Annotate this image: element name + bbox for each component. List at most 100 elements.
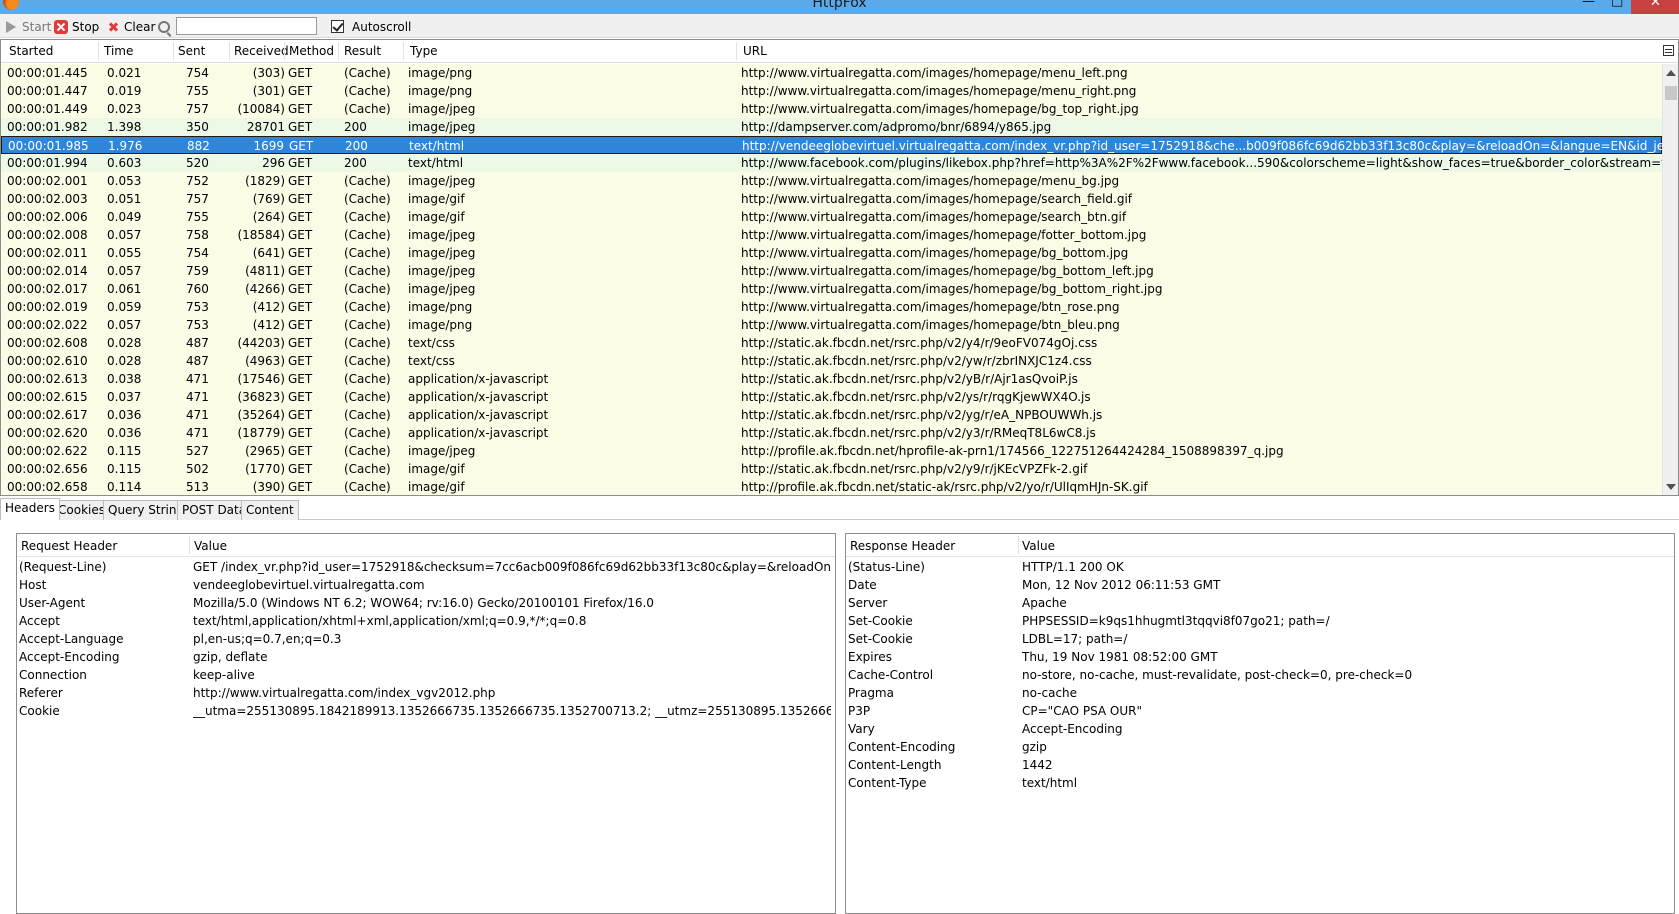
table-row[interactable]: 00:00:02.622 0.115 527 (2965) GET (Cache) imag… <box>1 442 1662 460</box>
cell-type: text/html <box>408 156 464 170</box>
request-value-column[interactable]: Value <box>194 539 227 553</box>
header-row[interactable]: Accept text/html,application/xhtml+xml,ap… <box>17 612 835 630</box>
column-header-received[interactable]: Received <box>234 44 289 58</box>
tab-cookies[interactable]: Cookies <box>53 500 110 520</box>
table-row[interactable]: 00:00:02.617 0.036 471 (35264) GET (Cache) app… <box>1 406 1662 424</box>
stop-icon <box>54 19 68 34</box>
header-row[interactable]: Accept-Encoding gzip, deflate <box>17 648 835 666</box>
column-header-result[interactable]: Result <box>344 44 381 58</box>
start-button[interactable]: Start <box>6 18 51 35</box>
header-row[interactable]: User-Agent Mozilla/5.0 (Windows NT 6.2; W… <box>17 594 835 612</box>
table-row[interactable]: 00:00:02.003 0.051 757 (769) GET (Cache) image… <box>1 190 1662 208</box>
header-row[interactable]: Referer http://www.virtualregatta.com/ind… <box>17 684 835 702</box>
table-row[interactable]: 00:00:01.982 1.398 350 28701 GET 200 image/jpe… <box>1 118 1662 136</box>
column-header-url[interactable]: URL <box>743 44 767 58</box>
autoscroll-toggle[interactable]: Autoscroll <box>331 18 411 35</box>
column-header-type[interactable]: Type <box>410 44 438 58</box>
tab-content[interactable]: Content <box>241 500 299 520</box>
table-row[interactable]: 00:00:02.613 0.038 471 (17546) GET (Cache) app… <box>1 370 1662 388</box>
table-row[interactable]: 00:00:02.019 0.059 753 (412) GET (Cache) image… <box>1 298 1662 316</box>
header-row[interactable]: Content-Type text/html <box>846 774 1674 792</box>
header-row[interactable]: Set-Cookie LDBL=17; path=/ <box>846 630 1674 648</box>
column-divider[interactable] <box>284 42 285 60</box>
tab-headers[interactable]: Headers <box>0 498 60 520</box>
table-row[interactable]: 00:00:02.615 0.037 471 (36823) GET (Cache) app… <box>1 388 1662 406</box>
header-row[interactable]: Expires Thu, 19 Nov 1981 08:52:00 GMT <box>846 648 1674 666</box>
table-row[interactable]: 00:00:01.447 0.019 755 (301) GET (Cache) image… <box>1 82 1662 100</box>
cell-time: 0.028 <box>107 336 142 350</box>
header-row[interactable]: Date Mon, 12 Nov 2012 06:11:53 GMT <box>846 576 1674 594</box>
scroll-down-icon[interactable] <box>1666 484 1676 490</box>
clear-button[interactable]: Clear <box>106 18 155 35</box>
table-row[interactable]: 00:00:02.006 0.049 755 (264) GET (Cache) image… <box>1 208 1662 226</box>
column-divider[interactable] <box>98 42 99 60</box>
cell-started: 00:00:02.620 <box>7 426 88 440</box>
cell-started: 00:00:02.608 <box>7 336 88 350</box>
column-divider[interactable] <box>736 42 737 60</box>
table-row[interactable]: 00:00:02.620 0.036 471 (18779) GET (Cache) app… <box>1 424 1662 442</box>
column-header-time[interactable]: Time <box>104 44 133 58</box>
header-row[interactable]: Accept-Language pl,en-us;q=0.7,en;q=0.3 <box>17 630 835 648</box>
header-row[interactable]: Host vendeeglobevirtuel.virtualregatta.co… <box>17 576 835 594</box>
cell-method: GET <box>289 139 314 153</box>
table-row[interactable]: 00:00:02.656 0.115 502 (1770) GET (Cache) imag… <box>1 460 1662 478</box>
header-row[interactable]: Set-Cookie PHPSESSID=k9qs1hhugmtl3tqqvi8f… <box>846 612 1674 630</box>
table-row[interactable]: 00:00:02.658 0.114 513 (390) GET (Cache) image… <box>1 478 1662 495</box>
header-name: P3P <box>848 704 871 718</box>
table-row[interactable]: 00:00:02.608 0.028 487 (44203) GET (Cache) tex… <box>1 334 1662 352</box>
close-button[interactable]: ✕ <box>1631 0 1679 14</box>
table-row[interactable]: 00:00:02.022 0.057 753 (412) GET (Cache) image… <box>1 316 1662 334</box>
cell-method: GET <box>288 210 313 224</box>
scroll-up-icon[interactable] <box>1666 70 1676 76</box>
table-row[interactable]: 00:00:01.445 0.021 754 (303) GET (Cache) image… <box>1 64 1662 82</box>
cell-method: GET <box>288 192 313 206</box>
column-picker-icon[interactable] <box>1663 45 1674 56</box>
cell-type: image/png <box>408 300 473 314</box>
column-divider[interactable] <box>1018 536 1019 554</box>
header-row[interactable]: P3P CP="CAO PSA OUR" <box>846 702 1674 720</box>
column-divider[interactable] <box>403 42 404 60</box>
table-row[interactable]: 00:00:02.014 0.057 759 (4811) GET (Cache) imag… <box>1 262 1662 280</box>
table-row[interactable]: 00:00:02.011 0.055 754 (641) GET (Cache) image… <box>1 244 1662 262</box>
header-row[interactable]: Vary Accept-Encoding <box>846 720 1674 738</box>
header-row[interactable]: Cache-Control no-store, no-cache, must-re… <box>846 666 1674 684</box>
request-list-scrollbar[interactable] <box>1662 64 1678 495</box>
window-title: HttpFox <box>812 0 867 11</box>
autoscroll-checkbox[interactable] <box>331 20 344 33</box>
scrollbar-thumb[interactable] <box>1665 86 1677 100</box>
column-divider[interactable] <box>173 42 174 60</box>
table-row[interactable]: 00:00:02.610 0.028 487 (4963) GET (Cache) text… <box>1 352 1662 370</box>
header-row[interactable]: (Request-Line) GET /index_vr.php?id_user=… <box>17 558 835 576</box>
column-header-method[interactable]: Method <box>289 44 334 58</box>
maximize-icon[interactable]: □ <box>1611 0 1623 9</box>
response-value-column[interactable]: Value <box>1022 539 1055 553</box>
table-row[interactable]: 00:00:02.017 0.061 760 (4266) GET (Cache) imag… <box>1 280 1662 298</box>
cell-method: GET <box>288 300 313 314</box>
header-row[interactable]: Cookie __utma=255130895.1842189913.135266… <box>17 702 835 720</box>
header-row[interactable]: Content-Length 1442 <box>846 756 1674 774</box>
column-divider[interactable] <box>229 42 230 60</box>
header-row[interactable]: (Status-Line) HTTP/1.1 200 OK <box>846 558 1674 576</box>
tab-post-data[interactable]: POST Data <box>177 500 252 520</box>
cell-type: image/gif <box>408 192 465 206</box>
minimize-icon[interactable]: — <box>1582 0 1595 9</box>
column-divider[interactable] <box>189 536 190 554</box>
table-row[interactable]: 00:00:01.449 0.023 757 (10084) GET (Cache) ima… <box>1 100 1662 118</box>
table-row[interactable]: 00:00:02.008 0.057 758 (18584) GET (Cache) ima… <box>1 226 1662 244</box>
request-header-column[interactable]: Request Header <box>21 539 117 553</box>
filter-input[interactable] <box>176 17 317 35</box>
response-header-column[interactable]: Response Header <box>850 539 955 553</box>
column-header-sent[interactable]: Sent <box>178 44 205 58</box>
header-row[interactable]: Connection keep-alive <box>17 666 835 684</box>
table-row[interactable]: 00:00:02.001 0.053 752 (1829) GET (Cache) imag… <box>1 172 1662 190</box>
cell-type: image/jpeg <box>408 264 476 278</box>
table-row[interactable]: 00:00:01.994 0.603 520 296 GET 200 text/html ht… <box>1 154 1662 172</box>
header-row[interactable]: Content-Encoding gzip <box>846 738 1674 756</box>
cell-type: image/jpeg <box>408 228 476 242</box>
stop-button[interactable]: Stop <box>54 18 99 35</box>
column-divider[interactable] <box>338 42 339 60</box>
header-row[interactable]: Server Apache <box>846 594 1674 612</box>
table-row[interactable]: 00:00:01.985 1.976 882 1699 GET 200 text/html h… <box>1 136 1662 154</box>
column-header-started[interactable]: Started <box>9 44 53 58</box>
header-row[interactable]: Pragma no-cache <box>846 684 1674 702</box>
